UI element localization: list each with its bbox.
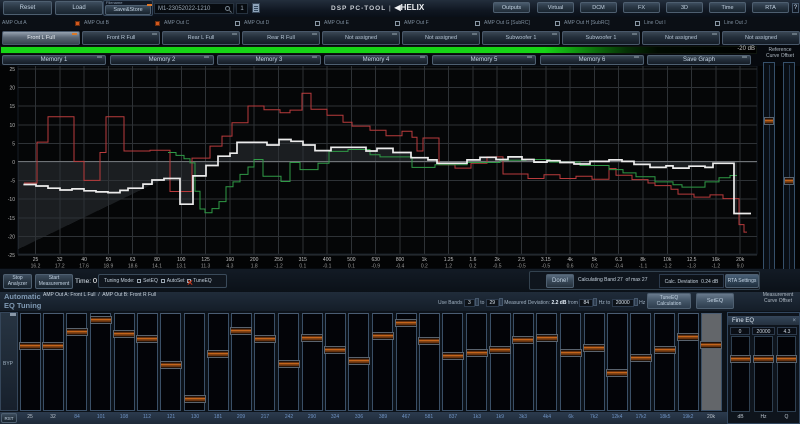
svg-text:1.25: 1.25 [444, 257, 454, 263]
svg-text:800: 800 [396, 257, 405, 263]
svg-text:-0.1: -0.1 [323, 264, 332, 269]
svg-text:1k: 1k [422, 257, 428, 263]
svg-text:-0.4: -0.4 [396, 264, 405, 269]
svg-text:1.2: 1.2 [445, 264, 452, 269]
svg-text:-0.5: -0.5 [517, 264, 526, 269]
svg-text:12.5: 12.5 [687, 257, 697, 263]
svg-text:-1.2: -1.2 [712, 264, 721, 269]
svg-text:10k: 10k [663, 257, 672, 263]
svg-text:1.8: 1.8 [251, 264, 258, 269]
svg-text:0.1: 0.1 [348, 264, 355, 269]
svg-text:630: 630 [372, 257, 381, 263]
svg-text:-0.4: -0.4 [614, 264, 623, 269]
svg-text:-0.5: -0.5 [493, 264, 502, 269]
svg-text:14.1: 14.1 [152, 264, 162, 269]
svg-text:0: 0 [12, 160, 15, 166]
svg-text:16k: 16k [712, 257, 721, 263]
svg-text:0.2: 0.2 [469, 264, 476, 269]
svg-text:-5: -5 [11, 179, 16, 185]
svg-text:0.2: 0.2 [421, 264, 428, 269]
svg-text:-0.5: -0.5 [541, 264, 550, 269]
svg-text:-25: -25 [8, 253, 15, 259]
svg-text:315: 315 [299, 257, 308, 263]
svg-text:4.3: 4.3 [226, 264, 233, 269]
svg-text:11.3: 11.3 [201, 264, 211, 269]
svg-text:2.5: 2.5 [518, 257, 525, 263]
svg-text:3.15: 3.15 [541, 257, 551, 263]
svg-text:-1.2: -1.2 [663, 264, 672, 269]
svg-text:50: 50 [106, 257, 112, 263]
svg-text:25: 25 [33, 257, 39, 263]
svg-text:20: 20 [9, 86, 15, 92]
svg-text:0.6: 0.6 [567, 264, 574, 269]
svg-text:160: 160 [226, 257, 235, 263]
svg-text:18.9: 18.9 [104, 264, 114, 269]
svg-text:1.6: 1.6 [469, 257, 476, 263]
svg-text:32: 32 [57, 257, 63, 263]
svg-text:250: 250 [274, 257, 283, 263]
svg-text:5k: 5k [592, 257, 598, 263]
svg-text:500: 500 [347, 257, 356, 263]
svg-text:6.3: 6.3 [615, 257, 622, 263]
svg-text:17.6: 17.6 [79, 264, 89, 269]
svg-text:4k: 4k [567, 257, 573, 263]
svg-text:-1.1: -1.1 [639, 264, 648, 269]
svg-text:20k: 20k [736, 257, 745, 263]
svg-text:-10: -10 [8, 197, 15, 203]
svg-text:5: 5 [12, 141, 15, 147]
svg-text:13.1: 13.1 [176, 264, 186, 269]
svg-text:400: 400 [323, 257, 332, 263]
svg-text:200: 200 [250, 257, 259, 263]
svg-text:-1.2: -1.2 [274, 264, 283, 269]
svg-text:63: 63 [130, 257, 136, 263]
svg-text:9.0: 9.0 [737, 264, 744, 269]
svg-text:2k: 2k [495, 257, 501, 263]
svg-text:-1.3: -1.3 [687, 264, 696, 269]
svg-text:0.1: 0.1 [299, 264, 306, 269]
svg-text:0.2: 0.2 [591, 264, 598, 269]
svg-text:-20: -20 [8, 234, 15, 240]
svg-text:-0.9: -0.9 [371, 264, 380, 269]
svg-text:16.2: 16.2 [31, 264, 41, 269]
svg-text:8k: 8k [640, 257, 646, 263]
svg-text:25: 25 [9, 67, 15, 73]
svg-text:40: 40 [81, 257, 87, 263]
svg-text:17.2: 17.2 [55, 264, 65, 269]
svg-text:80: 80 [154, 257, 160, 263]
svg-text:100: 100 [177, 257, 186, 263]
svg-text:-15: -15 [8, 216, 15, 222]
svg-text:15: 15 [9, 104, 15, 110]
svg-text:125: 125 [201, 257, 210, 263]
svg-text:10: 10 [9, 123, 15, 129]
svg-text:18.6: 18.6 [128, 264, 138, 269]
